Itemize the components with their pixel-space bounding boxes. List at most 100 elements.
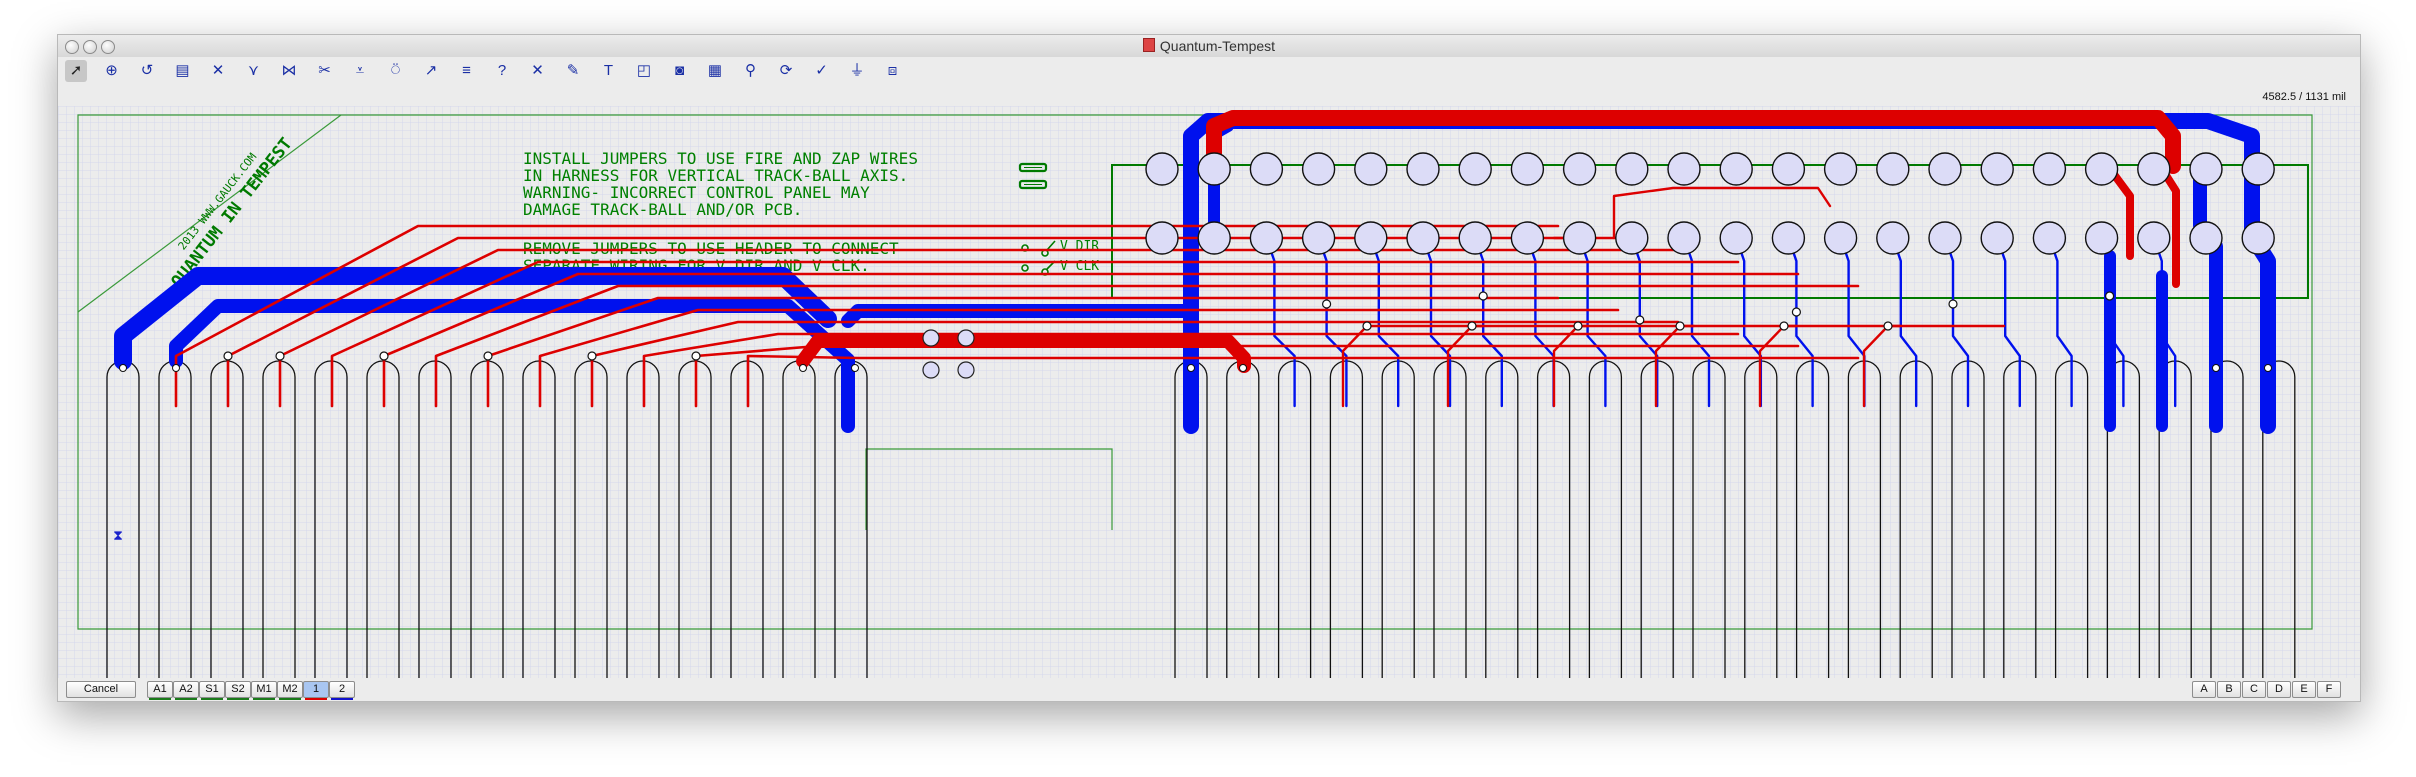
connector-pad[interactable] [1823, 152, 1858, 186]
via[interactable] [587, 351, 597, 361]
connector-pad[interactable] [2084, 221, 2119, 255]
connector-pad[interactable] [2137, 221, 2171, 255]
connector-pad[interactable] [1667, 152, 1701, 186]
via[interactable] [1791, 307, 1802, 317]
connector-pad[interactable] [1615, 221, 1649, 255]
layer-button-1[interactable]: 1 [303, 681, 329, 700]
connector-pad[interactable] [1458, 152, 1492, 186]
layer-button-s2[interactable]: S2 [225, 681, 251, 700]
connector-pad[interactable] [2084, 152, 2119, 186]
delete-tool-icon[interactable]: ✕ [527, 60, 549, 82]
connector-pad[interactable] [1667, 221, 1701, 255]
connector-pad[interactable] [2189, 221, 2223, 255]
via[interactable] [1573, 321, 1583, 331]
refresh-tool-icon[interactable]: ⟳ [775, 60, 797, 82]
layer-button-s1[interactable]: S1 [199, 681, 225, 700]
target-tool-icon[interactable]: ◙ [669, 60, 691, 82]
connector-pad[interactable] [1980, 152, 2014, 186]
finger-pad-dot[interactable] [1187, 364, 1195, 372]
connector-pad[interactable] [1876, 221, 1910, 255]
view-button-f[interactable]: F [2317, 681, 2341, 698]
via[interactable] [691, 351, 701, 361]
pencil-tool-icon[interactable]: ✎ [562, 60, 584, 82]
layer-button-2[interactable]: 2 [329, 681, 355, 700]
via[interactable] [1321, 299, 1332, 309]
connector-pad[interactable] [1197, 152, 1231, 186]
layer-button-m2[interactable]: M2 [277, 681, 303, 700]
via[interactable] [1467, 321, 1477, 331]
via[interactable] [275, 351, 285, 361]
corner-tool-icon[interactable]: ◰ [633, 60, 655, 82]
view-button-e[interactable]: E [2292, 681, 2316, 698]
view-button-a[interactable]: A [2192, 681, 2216, 698]
route-tool-icon[interactable]: ⋈ [278, 60, 300, 82]
via[interactable] [1883, 321, 1893, 331]
finger-pad-dot[interactable] [851, 364, 859, 372]
via[interactable] [1362, 321, 1372, 331]
via[interactable] [1635, 315, 1645, 325]
via[interactable] [483, 351, 493, 361]
connector-pad[interactable] [1980, 221, 2014, 255]
ground-tool-icon[interactable]: ⏚ [846, 60, 868, 82]
via[interactable] [1478, 291, 1488, 301]
connector-pad[interactable] [1301, 221, 1336, 255]
zoom-tool-icon[interactable]: ⊕ [101, 60, 123, 82]
view-button-c[interactable]: C [2242, 681, 2266, 698]
check-tool-icon[interactable]: ✓ [811, 60, 833, 82]
chip-tool-icon[interactable]: ⧈ [882, 60, 904, 82]
grid-tool-icon[interactable]: ▦ [704, 60, 726, 82]
pad-tool-icon[interactable]: ⩡ [349, 60, 371, 82]
arc-tool-icon[interactable]: ↗ [420, 60, 442, 82]
connector-pad[interactable] [1406, 152, 1440, 186]
connector-pad[interactable] [2137, 152, 2171, 186]
connector-pad[interactable] [2241, 152, 2275, 186]
bus-tool-icon[interactable]: ≡ [456, 60, 478, 82]
label-tool-icon[interactable]: ▤ [172, 60, 194, 82]
via-tool-icon[interactable]: ⋎ [243, 60, 265, 82]
connector-pad[interactable] [1354, 221, 1388, 255]
finger-pad-dot[interactable] [2212, 364, 2220, 372]
connector-pad[interactable] [1354, 152, 1388, 186]
jumper-pad[interactable] [922, 329, 940, 347]
text-tool-icon[interactable]: T [598, 60, 620, 82]
connector-pad[interactable] [2032, 221, 2067, 255]
finger-pad-dot[interactable] [799, 364, 807, 372]
via[interactable] [223, 351, 233, 361]
connector-pad[interactable] [1928, 152, 1962, 186]
jumper-pad[interactable] [957, 361, 975, 379]
connector-pad[interactable] [1145, 221, 1179, 255]
connector-pad[interactable] [1406, 221, 1440, 255]
finger-pad-dot[interactable] [119, 364, 127, 372]
connector-pad[interactable] [1197, 221, 1231, 255]
via[interactable] [1675, 321, 1685, 331]
view-button-b[interactable]: B [2217, 681, 2241, 698]
connector-pad[interactable] [1823, 221, 1858, 255]
probe-tool-icon[interactable]: ⚲ [740, 60, 762, 82]
finger-pad-dot[interactable] [1239, 364, 1247, 372]
connector-pad[interactable] [1562, 221, 1597, 255]
layer-button-a2[interactable]: A2 [173, 681, 199, 700]
connector-pad[interactable] [1562, 152, 1597, 186]
via[interactable] [1779, 321, 1789, 331]
connector-pad[interactable] [2032, 152, 2067, 186]
connector-pad[interactable] [1510, 221, 1545, 255]
cancel-button[interactable]: Cancel [66, 681, 136, 698]
connector-pad[interactable] [2241, 221, 2275, 255]
via[interactable] [1948, 299, 1958, 309]
trace-tool-icon[interactable]: ✕ [207, 60, 229, 82]
connector-pad[interactable] [1928, 221, 1962, 255]
via[interactable] [2105, 291, 2115, 301]
layer-button-a1[interactable]: A1 [147, 681, 173, 700]
connector-pad[interactable] [1771, 152, 1806, 186]
jumper-pad[interactable] [922, 361, 940, 379]
connector-pad[interactable] [1615, 152, 1649, 186]
connector-pad[interactable] [1771, 221, 1806, 255]
connector-pad[interactable] [1301, 152, 1336, 186]
split-tool-icon[interactable]: ✂ [314, 60, 336, 82]
layer-button-m1[interactable]: M1 [251, 681, 277, 700]
connector-pad[interactable] [1719, 221, 1753, 255]
connector-pad[interactable] [1876, 152, 1910, 186]
help-tool-icon[interactable]: ? [491, 60, 513, 82]
connector-pad[interactable] [1510, 152, 1545, 186]
connector-pad[interactable] [1249, 221, 1284, 255]
